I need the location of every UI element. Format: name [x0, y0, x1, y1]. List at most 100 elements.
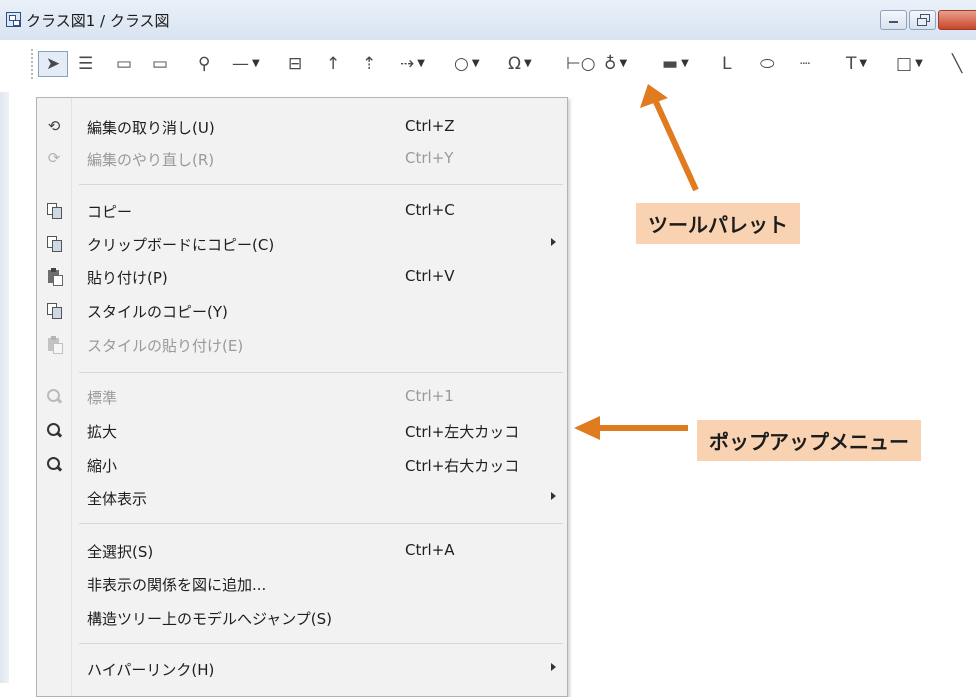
subsystem-icon: ▭ — [152, 53, 169, 74]
redo-icon: ⟳ — [47, 149, 61, 167]
menu-item-label: 編集のやり直し(R) — [87, 151, 215, 169]
menu-item-label: クリップボードにコピー(C) — [87, 236, 275, 254]
menu-item-zoom-in[interactable]: 拡大 Ctrl+左大カッコ — [37, 414, 567, 446]
association-icon: — — [232, 53, 249, 74]
close-button[interactable] — [938, 10, 976, 30]
tool-note-button[interactable]: ⬭ — [760, 51, 775, 77]
dropdown-arrow-icon[interactable]: ▼ — [524, 59, 532, 69]
restore-button[interactable] — [909, 10, 936, 30]
dropdown-arrow-icon[interactable]: ▼ — [859, 59, 867, 69]
menu-item-label: スタイルのコピー(Y) — [87, 303, 228, 321]
rectangle-icon: □ — [896, 53, 913, 74]
menu-item-label: 編集の取り消し(U) — [87, 119, 215, 137]
copy-icon — [45, 201, 63, 219]
tool-select-arrow-button[interactable]: ➤ — [38, 51, 68, 77]
select-arrow-icon: ➤ — [45, 53, 61, 74]
realization-icon: ⇡ — [362, 53, 377, 74]
tool-subsystem-button[interactable]: ▭ — [152, 51, 168, 77]
menu-item-shortcut: Ctrl+A — [405, 541, 455, 559]
window-title: クラス図1 / クラス図 — [26, 12, 170, 30]
menu-item-jump-to-model[interactable]: 構造ツリー上のモデルへジャンプ(S) — [37, 601, 567, 633]
tool-note-anchor-button[interactable]: ┈ — [800, 51, 810, 77]
menu-separator — [79, 372, 563, 373]
tool-provided-interface-button[interactable]: ♁ ▼ — [604, 51, 627, 77]
dropdown-arrow-icon[interactable]: ▼ — [915, 59, 923, 69]
tool-dependency-button[interactable]: ⇢ ▼ — [400, 51, 425, 77]
toolbar-grip-handle[interactable] — [31, 49, 36, 79]
dropdown-arrow-icon[interactable]: ▼ — [681, 59, 689, 69]
package-icon: ▭ — [116, 53, 133, 74]
menu-item-hyperlink[interactable]: ハイパーリンク(H) — [37, 652, 567, 684]
copy-clipboard-icon — [45, 234, 63, 252]
menu-item-shortcut: Ctrl+C — [405, 201, 455, 219]
menu-item-label: 縮小 — [87, 457, 118, 475]
diagram-left-edge — [0, 92, 9, 683]
line-icon: ╲ — [952, 53, 963, 74]
tool-palette-arrow — [640, 84, 699, 192]
tool-association-class-button[interactable]: ⊟ — [288, 51, 302, 77]
menu-item-shortcut: Ctrl+右大カッコ — [405, 457, 520, 475]
tool-package-button[interactable]: ▭ — [116, 51, 132, 77]
note-anchor-icon: ┈ — [800, 53, 811, 74]
menu-item-paste-style: スタイルの貼り付け(E) — [37, 328, 567, 360]
menu-item-shortcut: Ctrl+左大カッコ — [405, 423, 520, 441]
tool-line-button[interactable]: ╲ — [952, 51, 962, 77]
menu-item-label: 標準 — [87, 389, 118, 407]
menu-item-undo[interactable]: ⟲ 編集の取り消し(U) Ctrl+Z — [37, 110, 567, 142]
menu-item-redo: ⟳ 編集のやり直し(R) Ctrl+Y — [37, 142, 567, 174]
menu-separator — [79, 184, 563, 185]
menu-item-copy-style[interactable]: スタイルのコピー(Y) — [37, 294, 567, 326]
dropdown-arrow-icon[interactable]: ▼ — [417, 59, 425, 69]
submenu-arrow-icon — [551, 238, 556, 246]
menu-item-label: スタイルの貼り付け(E) — [87, 337, 244, 355]
paste-style-icon — [45, 335, 63, 354]
menu-item-copy-to-clipboard[interactable]: クリップボードにコピー(C) — [37, 227, 567, 259]
menu-item-add-hidden-relations[interactable]: 非表示の関係を図に追加... — [37, 567, 567, 599]
minimize-button[interactable] — [880, 10, 907, 30]
menu-item-paste[interactable]: 貼り付け(P) Ctrl+V — [37, 260, 567, 292]
dropdown-arrow-icon[interactable]: ▼ — [472, 59, 480, 69]
dropdown-arrow-icon[interactable]: ▼ — [619, 59, 627, 69]
provided-interface-icon: ♁ — [604, 53, 617, 74]
menu-item-zoom-out[interactable]: 縮小 Ctrl+右大カッコ — [37, 448, 567, 480]
menu-item-shortcut: Ctrl+Z — [405, 117, 455, 135]
tool-pin-button[interactable]: ⚲ — [198, 51, 210, 77]
usage-icon: ○ — [454, 53, 469, 74]
menu-item-label: 構造ツリー上のモデルへジャンプ(S) — [87, 610, 333, 628]
tool-class-button[interactable]: ☰ — [78, 51, 93, 77]
submenu-arrow-icon — [551, 492, 556, 500]
dependency-icon: ⇢ — [400, 53, 415, 74]
zoom-normal-icon — [45, 387, 63, 405]
tool-interface-button[interactable]: ⊢○ — [566, 51, 596, 77]
menu-item-copy[interactable]: コピー Ctrl+C — [37, 194, 567, 226]
menu-item-shortcut: Ctrl+V — [405, 267, 455, 285]
tool-generalization-button[interactable]: ↑ — [326, 51, 340, 77]
constraint-icon: L — [722, 53, 732, 74]
component-icon: ▬ — [662, 53, 679, 74]
tool-omega-button[interactable]: Ω ▼ — [508, 51, 532, 77]
omega-icon: Ω — [508, 53, 521, 74]
tool-constraint-button[interactable]: L — [722, 51, 731, 77]
menu-item-zoom-normal: 標準 Ctrl+1 — [37, 380, 567, 412]
menu-separator — [79, 643, 563, 644]
menu-item-shortcut: Ctrl+Y — [405, 149, 454, 167]
popup-menu-callout: ポップアップメニュー — [697, 420, 921, 461]
tool-usage-button[interactable]: ○ ▼ — [454, 51, 480, 77]
zoom-out-icon — [45, 455, 63, 473]
menu-item-label: 非表示の関係を図に追加... — [87, 576, 267, 594]
menu-item-label: 全体表示 — [87, 490, 148, 508]
tool-component-button[interactable]: ▬ ▼ — [662, 51, 689, 77]
menu-separator — [79, 523, 563, 524]
dropdown-arrow-icon[interactable]: ▼ — [252, 59, 260, 69]
tool-association-button[interactable]: — ▼ — [232, 51, 260, 77]
tool-rectangle-button[interactable]: □ ▼ — [896, 51, 923, 77]
tool-text-button[interactable]: T ▼ — [846, 51, 867, 77]
menu-item-label: 貼り付け(P) — [87, 269, 168, 287]
text-icon: T — [846, 53, 857, 74]
menu-item-fit-all[interactable]: 全体表示 — [37, 481, 567, 513]
tool-realization-button[interactable]: ⇡ — [362, 51, 376, 77]
note-icon: ⬭ — [760, 53, 775, 74]
popup-menu: ⟲ 編集の取り消し(U) Ctrl+Z ⟳ 編集のやり直し(R) Ctrl+Y … — [36, 97, 568, 697]
menu-item-select-all[interactable]: 全選択(S) Ctrl+A — [37, 534, 567, 566]
menu-item-label: ハイパーリンク(H) — [87, 661, 215, 679]
